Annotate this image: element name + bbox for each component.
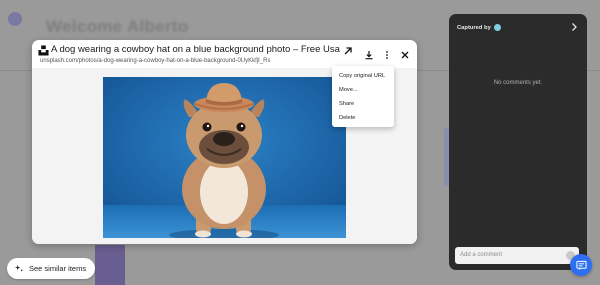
menu-item-delete[interactable]: Delete [332, 111, 394, 125]
see-similar-label: See similar items [29, 264, 87, 273]
menu-item-share[interactable]: Share [332, 97, 394, 111]
menu-item-copy-url[interactable]: Copy original URL [332, 69, 394, 83]
dog-photo[interactable] [103, 77, 346, 238]
download-icon[interactable] [362, 48, 376, 62]
preview-title: A dog wearing a cowboy hat on a blue bac… [51, 44, 341, 55]
background-card [95, 245, 125, 285]
menu-item-move[interactable]: Move... [332, 83, 394, 97]
see-similar-button[interactable]: See similar items [7, 258, 96, 279]
context-menu: Copy original URL Move... Share Delete [332, 66, 394, 127]
preview-url[interactable]: unsplash.com/photos/a-dog-wearing-a-cowb… [40, 58, 270, 64]
app-logo [8, 12, 22, 26]
unsplash-logo-icon [38, 45, 49, 56]
avatar[interactable] [493, 24, 501, 31]
comment-placeholder: Add a comment [460, 252, 503, 258]
assistant-button[interactable] [570, 254, 592, 276]
empty-comments-text: No comments yet. [493, 80, 543, 86]
comments-panel: Captured by No comments yet. Add a comme… [449, 14, 587, 270]
open-external-icon[interactable] [341, 44, 355, 58]
sparkle-icon [15, 264, 24, 272]
background-title: Welcome Alberto [46, 17, 189, 36]
comment-input[interactable]: Add a comment [455, 247, 579, 264]
chevron-right-icon[interactable] [569, 22, 579, 32]
captured-by: Captured by [457, 24, 501, 31]
more-options-icon[interactable] [380, 48, 394, 62]
close-icon[interactable] [398, 48, 412, 62]
captured-by-label: Captured by [457, 24, 491, 31]
chat-icon [575, 260, 587, 270]
